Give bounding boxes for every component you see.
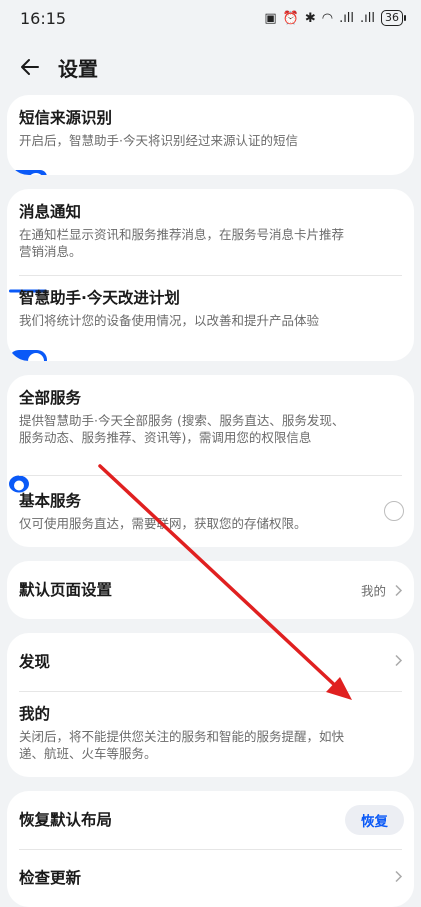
row-title: 基本服务 <box>19 492 82 510</box>
status-icons: ▣ ⏰ ✱ ◠ .ıll .ıll 36 <box>264 10 406 26</box>
status-time: 16:15 <box>20 8 67 28</box>
row-desc: 关闭后，将不能提供您关注的服务和智能的服务提醒，如快递、航班、火车等服务。 <box>19 729 345 761</box>
battery-indicator: 36 <box>381 10 406 26</box>
chevron-right-icon <box>395 870 403 883</box>
row-desc: 在通知栏显示资讯和服务推荐消息，在服务号消息卡片推荐营销消息。 <box>19 227 345 259</box>
all-services-row[interactable]: 全部服务 提供智慧助手·今天全部服务 (搜索、服务直达、服务发现、服务动态、服务… <box>7 375 414 493</box>
default-page-value: 我的 <box>361 581 404 600</box>
row-title: 我的 <box>19 705 51 723</box>
chevron-right-icon <box>395 654 403 667</box>
row-title: 智慧助手·今天改进计划 <box>19 289 180 307</box>
card-notifications: 消息通知 在通知栏显示资讯和服务推荐消息，在服务号消息卡片推荐营销消息。 智慧助… <box>7 189 414 361</box>
row-title: 检查更新 <box>19 869 82 887</box>
title-bar: 设置 <box>0 36 421 98</box>
default-page-value-text: 我的 <box>360 583 386 599</box>
card-default-page: 默认页面设置 我的 <box>7 561 414 619</box>
row-title: 全部服务 <box>19 389 82 407</box>
bluetooth-icon: ✱ <box>304 10 316 26</box>
row-desc: 开启后，智慧助手·今天将识别经过来源认证的短信 <box>19 133 298 148</box>
row-desc: 仅可使用服务直达，需要联网，获取您的存储权限。 <box>19 516 307 531</box>
message-notify-row[interactable]: 消息通知 在通知栏显示资讯和服务推荐消息，在服务号消息卡片推荐营销消息。 <box>7 189 414 309</box>
restore-button[interactable]: 恢复 <box>345 805 404 835</box>
card-maintenance: 恢复默认布局 恢复 检查更新 <box>7 791 414 907</box>
improve-plan-row[interactable]: 智慧助手·今天改进计划 我们将统计您的设备使用情况，以改善和提升产品体验 <box>7 275 414 361</box>
alarm-icon: ⏰ <box>282 10 299 26</box>
sms-source-toggle[interactable] <box>9 170 47 175</box>
card-services: 全部服务 提供智慧助手·今天全部服务 (搜索、服务直达、服务发现、服务动态、服务… <box>7 375 414 547</box>
chevron-right-icon <box>395 584 403 596</box>
row-title: 消息通知 <box>19 203 82 221</box>
row-title: 恢复默认布局 <box>19 811 113 829</box>
page-title: 设置 <box>58 56 98 81</box>
toggle-knob <box>28 353 44 361</box>
back-arrow-icon[interactable] <box>18 55 42 79</box>
restore-layout-row: 恢复默认布局 恢复 <box>7 791 414 849</box>
signal-icon: .ıll <box>339 10 355 26</box>
status-bar: 16:15 ▣ ⏰ ✱ ◠ .ıll .ıll 36 <box>0 0 421 36</box>
basic-services-row[interactable]: 基本服务 仅可使用服务直达，需要联网，获取您的存储权限。 <box>7 475 414 547</box>
row-desc: 提供智慧助手·今天全部服务 (搜索、服务直达、服务发现、服务动态、服务推荐、资讯… <box>19 413 345 445</box>
nfc-icon: ▣ <box>264 10 277 26</box>
mine-row[interactable]: 我的 关闭后，将不能提供您关注的服务和智能的服务提醒，如快递、航班、火车等服务。 <box>7 691 414 777</box>
toggle-knob <box>28 173 44 175</box>
discover-row[interactable]: 发现 <box>7 633 414 691</box>
row-desc: 我们将统计您的设备使用情况，以改善和提升产品体验 <box>19 313 320 328</box>
default-page-row[interactable]: 默认页面设置 我的 <box>7 561 414 619</box>
discover-chevron <box>392 653 404 672</box>
check-update-chevron <box>392 869 404 888</box>
check-update-row[interactable]: 检查更新 <box>7 849 414 907</box>
sms-source-row[interactable]: 短信来源识别 开启后，智慧助手·今天将识别经过来源认证的短信 <box>7 95 414 175</box>
basic-services-radio[interactable] <box>384 501 404 521</box>
improve-plan-toggle[interactable] <box>9 350 47 361</box>
wifi-icon: ◠ <box>321 10 334 26</box>
row-title: 默认页面设置 <box>19 581 113 599</box>
row-title: 短信来源识别 <box>19 109 113 127</box>
card-tabs: 发现 我的 关闭后，将不能提供您关注的服务和智能的服务提醒，如快递、航班、火车等… <box>7 633 414 777</box>
signal-icon: .ıll <box>360 10 375 26</box>
row-title: 发现 <box>19 653 51 671</box>
card-sms: 短信来源识别 开启后，智慧助手·今天将识别经过来源认证的短信 <box>7 95 414 175</box>
